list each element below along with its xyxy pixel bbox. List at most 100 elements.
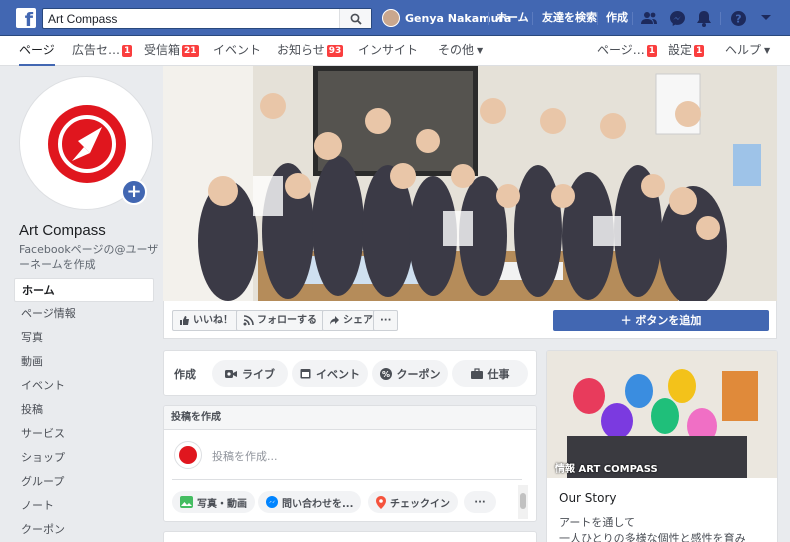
page-profile-picture[interactable]: +	[19, 76, 153, 210]
event-label: イベント	[316, 367, 360, 381]
chevron-down-icon: ▼	[764, 46, 771, 55]
tab-label: その他	[438, 43, 475, 57]
coupon-button[interactable]: % クーポン	[372, 360, 448, 387]
check-in-label: チェックイン	[390, 498, 450, 510]
tab-ad-center[interactable]: 広告セ… 1	[72, 36, 133, 66]
follow-button[interactable]: フォローする	[236, 310, 324, 331]
find-friends-link[interactable]: 友達を検索	[542, 8, 597, 28]
user-avatar	[382, 9, 400, 27]
sidebar-item-posts[interactable]: 投稿	[14, 398, 154, 422]
briefcase-icon	[470, 368, 483, 379]
tab-insights[interactable]: インサイト	[358, 36, 418, 66]
event-button[interactable]: イベント	[292, 360, 368, 387]
create-label: 作成	[174, 368, 196, 381]
composer-header: 投稿を作成	[164, 406, 536, 430]
menu-caret-icon[interactable]	[757, 9, 775, 27]
sidebar-item-services[interactable]: サービス	[14, 422, 154, 446]
share-button[interactable]: シェア	[322, 310, 380, 331]
like-label: いいね！	[193, 315, 233, 326]
check-in-button[interactable]: チェックイン	[368, 491, 458, 513]
tab-label: 受信箱	[144, 43, 181, 57]
photo-video-label: 写真・動画	[197, 498, 247, 510]
count-badge: 21	[182, 45, 199, 57]
sidebar-item-videos[interactable]: 動画	[14, 350, 154, 374]
live-button[interactable]: ライブ	[212, 360, 288, 387]
search-input[interactable]	[43, 9, 333, 28]
page-admin-nav: ページ 広告セ… 1 受信箱 21 イベント お知らせ 93 インサイト その他 ▼ ペ…	[0, 36, 790, 66]
live-label: ライブ	[242, 367, 275, 381]
divider	[632, 12, 633, 25]
tab-page[interactable]: ページ	[19, 36, 55, 66]
divider	[172, 479, 522, 480]
more-composer-options[interactable]: ···	[464, 491, 496, 513]
profile-link[interactable]: Genya Nakamura	[382, 8, 511, 28]
compass-needle-icon	[72, 127, 102, 161]
video-camera-icon	[225, 369, 237, 378]
our-story-card[interactable]: 情報 ART COMPASS Our Story アートを通して 一人ひとりの多…	[546, 350, 778, 542]
create-link[interactable]: 作成	[606, 8, 628, 28]
art-compass-logo-icon	[48, 105, 126, 183]
tab-label: お知らせ	[277, 43, 325, 57]
art-compass-logo-icon	[179, 446, 197, 464]
tab-inbox[interactable]: 受信箱 21	[144, 36, 199, 66]
friends-icon[interactable]	[640, 9, 658, 27]
story-cover-image	[547, 351, 777, 478]
search-button[interactable]	[339, 9, 371, 28]
get-messages-button[interactable]: 問い合わせを...	[258, 491, 362, 513]
add-button[interactable]: ＋ ボタンを追加	[553, 310, 769, 331]
sidebar-item-home[interactable]: ホーム	[14, 278, 154, 302]
story-caption: 情報 ART COMPASS	[555, 464, 658, 475]
like-button[interactable]: いいね！	[172, 310, 240, 331]
sidebar-item-groups[interactable]: グループ	[14, 470, 154, 494]
cover-photo[interactable]	[163, 66, 777, 301]
count-badge: 1	[694, 45, 705, 57]
composer-scrollbar[interactable]	[518, 485, 528, 519]
sidebar-item-coupons[interactable]: クーポン	[14, 518, 154, 542]
sidebar-item-photos[interactable]: 写真	[14, 326, 154, 350]
scrollbar-thumb[interactable]	[520, 493, 526, 509]
tab-more[interactable]: その他 ▼	[438, 36, 483, 66]
job-button[interactable]: 仕事	[452, 360, 528, 387]
page-sidebar-nav: ホーム ページ情報 写真 動画 イベント 投稿 サービス ショップ グループ ノ…	[14, 278, 154, 542]
tab-settings[interactable]: 設定 1	[668, 36, 705, 66]
svg-text:?: ?	[735, 12, 741, 25]
add-photo-button[interactable]: +	[121, 179, 147, 205]
more-options-button[interactable]: ···	[373, 310, 399, 331]
sidebar-item-shop[interactable]: ショップ	[14, 446, 154, 470]
calendar-icon	[300, 369, 311, 379]
page-name[interactable]: Art Compass	[19, 222, 106, 239]
photo-video-button[interactable]: 写真・動画	[172, 491, 255, 513]
facebook-logo-icon[interactable]: f	[16, 8, 36, 28]
help-icon[interactable]: ?	[729, 9, 747, 27]
home-link[interactable]: ホーム	[496, 8, 529, 28]
create-username-link[interactable]: Facebookページの@ユーザーネームを作成	[19, 242, 164, 272]
tab-label: ページ	[19, 43, 55, 57]
thumbs-up-icon	[180, 316, 189, 325]
messenger-icon[interactable]	[668, 9, 686, 27]
tab-page-roles[interactable]: ページ… 1	[597, 36, 658, 66]
tab-events[interactable]: イベント	[213, 36, 261, 66]
notifications-icon[interactable]	[695, 9, 713, 27]
photo-icon	[180, 496, 193, 508]
sidebar-item-about[interactable]: ページ情報	[14, 302, 154, 326]
count-badge: 1	[122, 45, 133, 57]
tab-label: 設定	[668, 43, 693, 57]
sidebar-item-events[interactable]: イベント	[14, 374, 154, 398]
story-photo	[547, 351, 777, 478]
job-label: 仕事	[487, 367, 510, 381]
divider	[488, 12, 489, 25]
post-composer: 投稿を作成 投稿を作成... 写真・動画 問い合わせを... チェックイン ··…	[163, 405, 537, 522]
story-line: 一人ひとりの多様な個性と感性を育み	[559, 532, 746, 542]
sidebar-item-notes[interactable]: ノート	[14, 494, 154, 518]
cover-photo-image	[163, 66, 777, 301]
divider	[720, 12, 721, 25]
tab-notifications[interactable]: お知らせ 93	[277, 36, 344, 66]
messenger-icon	[266, 496, 278, 508]
tab-help[interactable]: ヘルプ ▼	[725, 36, 770, 66]
location-pin-icon	[376, 495, 386, 509]
composer-input[interactable]: 投稿を作成...	[212, 448, 278, 464]
get-messages-label: 問い合わせを...	[282, 498, 354, 510]
page-avatar	[174, 441, 202, 469]
story-text: アートを通して 一人ひとりの多様な個性と感性を育み	[559, 515, 769, 542]
tab-label: インサイト	[358, 43, 419, 57]
